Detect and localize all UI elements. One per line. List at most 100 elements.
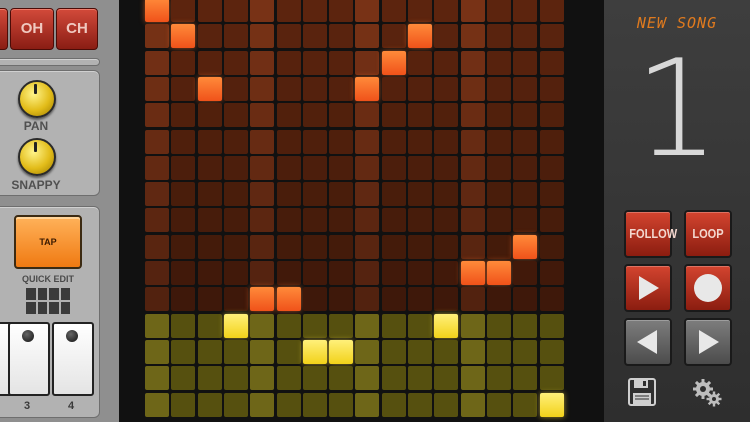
step-cell[interactable] bbox=[145, 129, 169, 154]
step-cell-active[interactable] bbox=[460, 261, 485, 285]
step-cell[interactable] bbox=[223, 155, 248, 180]
step-cell[interactable] bbox=[302, 103, 327, 128]
step-cell[interactable] bbox=[276, 50, 301, 75]
accent-cell-active[interactable] bbox=[434, 313, 459, 338]
step-cell[interactable] bbox=[513, 24, 538, 49]
accent-cell[interactable] bbox=[329, 313, 354, 338]
pan-knob[interactable] bbox=[18, 80, 56, 118]
accent-cell[interactable] bbox=[434, 339, 459, 364]
step-cell[interactable] bbox=[302, 76, 327, 101]
step-cell[interactable] bbox=[329, 155, 354, 180]
step-cell[interactable] bbox=[329, 208, 354, 233]
step-cell[interactable] bbox=[381, 0, 406, 22]
accent-cell[interactable] bbox=[355, 366, 380, 391]
step-cell[interactable] bbox=[460, 50, 485, 75]
step-cell-active[interactable] bbox=[486, 261, 511, 285]
step-cell[interactable] bbox=[408, 182, 432, 207]
step-cell[interactable] bbox=[145, 76, 169, 101]
accent-cell[interactable] bbox=[355, 392, 380, 417]
step-cell[interactable] bbox=[250, 182, 275, 207]
accent-cell[interactable] bbox=[197, 339, 222, 364]
step-cell[interactable] bbox=[197, 287, 222, 312]
step-cell[interactable] bbox=[329, 129, 354, 154]
step-cell[interactable] bbox=[434, 155, 459, 180]
step-cell[interactable] bbox=[486, 76, 511, 101]
accent-cell[interactable] bbox=[329, 366, 354, 391]
accent-cell[interactable] bbox=[276, 339, 301, 364]
step-cell[interactable] bbox=[355, 50, 380, 75]
accent-cell[interactable] bbox=[486, 339, 511, 364]
step-cell[interactable] bbox=[145, 234, 169, 259]
step-cell[interactable] bbox=[223, 182, 248, 207]
step-cell[interactable] bbox=[539, 103, 564, 128]
loop-button[interactable]: LOOP bbox=[684, 210, 732, 258]
drum-pad-4[interactable] bbox=[52, 322, 94, 396]
step-cell[interactable] bbox=[539, 182, 564, 207]
instrument-button-oh[interactable]: OH bbox=[10, 8, 54, 50]
step-cell[interactable] bbox=[145, 182, 169, 207]
step-cell[interactable] bbox=[513, 155, 538, 180]
step-cell[interactable] bbox=[408, 287, 432, 312]
step-cell[interactable] bbox=[329, 0, 354, 22]
step-cell[interactable] bbox=[329, 103, 354, 128]
step-cell[interactable] bbox=[513, 0, 538, 22]
step-cell[interactable] bbox=[486, 0, 511, 22]
accent-cell[interactable] bbox=[381, 366, 406, 391]
accent-cell[interactable] bbox=[486, 366, 511, 391]
accent-cell[interactable] bbox=[302, 313, 327, 338]
step-cell[interactable] bbox=[434, 287, 459, 312]
step-cell[interactable] bbox=[539, 50, 564, 75]
step-cell[interactable] bbox=[355, 24, 380, 49]
step-cell[interactable] bbox=[539, 0, 564, 22]
step-cell[interactable] bbox=[355, 182, 380, 207]
accent-cell[interactable] bbox=[460, 366, 485, 391]
step-cell[interactable] bbox=[434, 234, 459, 259]
step-cell[interactable] bbox=[329, 182, 354, 207]
accent-cell[interactable] bbox=[276, 366, 301, 391]
step-cell[interactable] bbox=[460, 24, 485, 49]
step-cell[interactable] bbox=[355, 103, 380, 128]
step-cell[interactable] bbox=[145, 261, 169, 285]
step-cell[interactable] bbox=[197, 261, 222, 285]
step-cell[interactable] bbox=[460, 103, 485, 128]
step-cell[interactable] bbox=[486, 129, 511, 154]
step-cell[interactable] bbox=[329, 261, 354, 285]
step-cell[interactable] bbox=[223, 0, 248, 22]
step-cell[interactable] bbox=[171, 0, 196, 22]
step-cell[interactable] bbox=[171, 76, 196, 101]
step-cell[interactable] bbox=[434, 76, 459, 101]
step-cell[interactable] bbox=[329, 234, 354, 259]
step-cell[interactable] bbox=[145, 103, 169, 128]
step-cell[interactable] bbox=[276, 261, 301, 285]
step-cell[interactable] bbox=[223, 261, 248, 285]
record-button[interactable] bbox=[684, 264, 732, 312]
step-cell[interactable] bbox=[171, 50, 196, 75]
accent-cell[interactable] bbox=[171, 339, 196, 364]
accent-cell[interactable] bbox=[250, 392, 275, 417]
step-cell-active[interactable] bbox=[276, 287, 301, 312]
step-cell[interactable] bbox=[408, 208, 432, 233]
accent-cell[interactable] bbox=[223, 392, 248, 417]
step-cell[interactable] bbox=[486, 103, 511, 128]
step-cell[interactable] bbox=[539, 208, 564, 233]
step-cell[interactable] bbox=[223, 24, 248, 49]
accent-cell-active[interactable] bbox=[329, 339, 354, 364]
step-cell[interactable] bbox=[434, 182, 459, 207]
step-cell[interactable] bbox=[276, 234, 301, 259]
step-cell[interactable] bbox=[276, 76, 301, 101]
step-cell[interactable] bbox=[408, 261, 432, 285]
step-cell[interactable] bbox=[197, 234, 222, 259]
step-cell[interactable] bbox=[486, 208, 511, 233]
instrument-button-partial[interactable] bbox=[0, 8, 8, 50]
step-cell[interactable] bbox=[355, 234, 380, 259]
step-cell-active[interactable] bbox=[381, 50, 406, 75]
accent-cell[interactable] bbox=[145, 339, 169, 364]
step-cell[interactable] bbox=[223, 208, 248, 233]
step-cell[interactable] bbox=[434, 208, 459, 233]
previous-pattern-button[interactable] bbox=[624, 318, 672, 366]
step-cell[interactable] bbox=[539, 261, 564, 285]
quick-edit-grid-icon[interactable] bbox=[26, 288, 70, 314]
accent-cell[interactable] bbox=[197, 392, 222, 417]
step-cell[interactable] bbox=[302, 0, 327, 22]
step-cell[interactable] bbox=[408, 0, 432, 22]
